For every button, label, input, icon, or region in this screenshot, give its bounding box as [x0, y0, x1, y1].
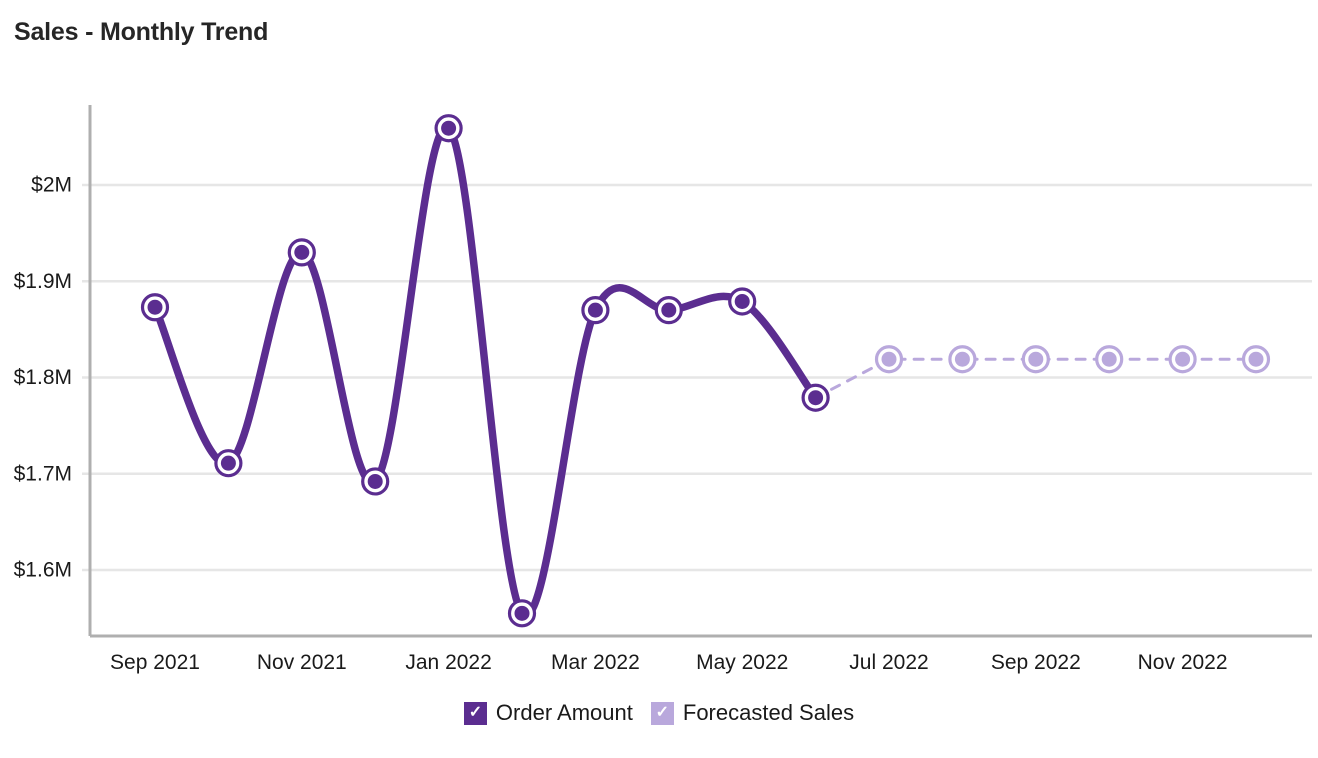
x-axis-tick-label: May 2022 — [696, 651, 788, 674]
y-axis-tick-label: $1.8M — [14, 366, 72, 389]
data-point-marker[interactable] — [728, 287, 757, 316]
data-point-marker[interactable] — [1241, 345, 1271, 374]
x-axis-tick-label: Nov 2021 — [257, 651, 347, 674]
y-axis-tick-label: $2M — [31, 174, 72, 197]
x-axis-tick-label: Nov 2022 — [1138, 651, 1228, 674]
x-axis-tick-label: Sep 2022 — [991, 651, 1081, 674]
legend-item-1[interactable]: ✓ Forecasted Sales — [650, 700, 855, 726]
x-axis-tick-label: Sep 2021 — [110, 651, 200, 674]
legend-item-label: Forecasted Sales — [682, 700, 855, 725]
data-point-marker[interactable] — [1021, 345, 1050, 374]
data-point-marker[interactable] — [361, 467, 390, 496]
y-axis-tick-label: $1.6M — [14, 559, 72, 582]
x-axis-tick-label: Jan 2022 — [405, 651, 491, 674]
series-line-0 — [151, 123, 820, 620]
legend-checkbox-icon[interactable]: ✓ — [650, 701, 674, 725]
data-point-marker[interactable] — [654, 296, 683, 325]
data-point-marker[interactable] — [948, 345, 977, 374]
data-point-marker[interactable] — [874, 345, 904, 374]
y-axis-tick-label: $1.9M — [14, 270, 72, 293]
data-point-marker[interactable] — [1095, 345, 1124, 374]
x-axis-tick-label: Mar 2022 — [551, 651, 640, 674]
legend-item-0[interactable]: ✓ Order Amount — [463, 700, 633, 726]
legend-item-label: Order Amount — [495, 700, 633, 725]
x-axis-tick-label: Jul 2022 — [849, 651, 928, 674]
data-point-marker[interactable] — [1168, 345, 1197, 374]
chart-legend: ✓ Order Amount ✓ Forecasted Sales — [0, 700, 1318, 726]
y-axis-tick-label: $1.7M — [14, 462, 72, 485]
data-point-marker[interactable] — [507, 599, 537, 628]
chart-plot-area: $2M $1.9M $1.8M $1.7M $1.6M Sep 2021 Nov 2021 J… — [14, 105, 1312, 674]
legend-checkbox-icon[interactable]: ✓ — [463, 701, 487, 725]
data-point-marker[interactable] — [140, 293, 170, 322]
data-point-marker[interactable] — [801, 383, 830, 412]
sales-monthly-trend-chart: Sales - Monthly Trend $2M $1.9M $1.8M $1.7M… — [0, 0, 1318, 758]
data-point-marker[interactable] — [214, 449, 243, 478]
data-point-marker[interactable] — [581, 296, 610, 325]
data-point-marker[interactable] — [434, 114, 463, 143]
data-point-marker[interactable] — [287, 238, 316, 267]
